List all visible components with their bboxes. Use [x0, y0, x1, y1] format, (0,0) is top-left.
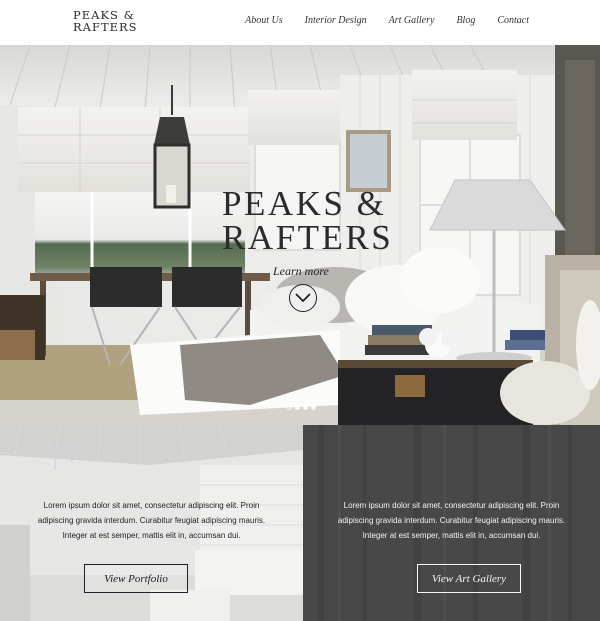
art-gallery-text-line-3: Integer at est semper, mattis elit in, a… [362, 531, 541, 540]
site-logo[interactable]: PEAKS & RAFTERS [73, 9, 138, 34]
nav-contact[interactable]: Contact [497, 15, 529, 26]
hero-title-line-2: RAFTERS [222, 218, 394, 257]
nav-blog[interactable]: Blog [456, 15, 475, 26]
site-header: PEAKS & RAFTERS About Us Interior Design… [0, 0, 600, 45]
hero-slider: PEAKS & RAFTERS Learn more [0, 45, 600, 425]
portfolio-text-line-2: adipiscing gravida interdum. Curabitur f… [37, 516, 266, 525]
chevron-down-icon [295, 293, 311, 303]
art-gallery-panel: Lorem ipsum dolor sit amet, consectetur … [303, 425, 600, 621]
portfolio-description: Lorem ipsum dolor sit amet, consectetur … [0, 498, 303, 543]
nav-art-gallery[interactable]: Art Gallery [389, 15, 435, 26]
slider-dots [287, 405, 316, 410]
hero-title: PEAKS & RAFTERS [222, 184, 394, 257]
main-nav: About Us Interior Design Art Gallery Blo… [223, 15, 529, 26]
slider-dot-3[interactable] [303, 405, 308, 410]
slider-dot-1[interactable] [287, 405, 292, 410]
portfolio-text-line-1: Lorem ipsum dolor sit amet, consectetur … [43, 501, 260, 510]
view-art-gallery-button[interactable]: View Art Gallery [417, 564, 521, 593]
slider-dot-4[interactable] [311, 405, 316, 410]
portfolio-text-line-3: Integer at est semper, mattis elit in, a… [62, 531, 241, 540]
logo-line-2: RAFTERS [73, 19, 138, 34]
slider-dot-2[interactable] [295, 405, 300, 410]
art-gallery-description: Lorem ipsum dolor sit amet, consectetur … [303, 498, 600, 543]
portfolio-panel: Lorem ipsum dolor sit amet, consectetur … [0, 425, 303, 621]
art-gallery-text-line-2: adipiscing gravida interdum. Curabitur f… [337, 516, 566, 525]
nav-interior-design[interactable]: Interior Design [305, 15, 367, 26]
art-gallery-text-line-1: Lorem ipsum dolor sit amet, consectetur … [343, 501, 560, 510]
hero-title-line-1: PEAKS & [222, 184, 387, 223]
learn-more-label[interactable]: Learn more [273, 264, 329, 279]
scroll-down-button[interactable] [289, 284, 317, 312]
view-portfolio-button[interactable]: View Portfolio [84, 564, 188, 593]
nav-about-us[interactable]: About Us [245, 15, 283, 26]
